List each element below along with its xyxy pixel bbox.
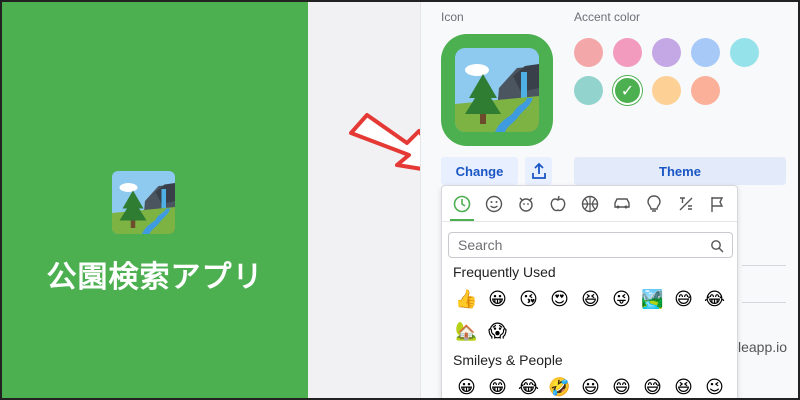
emoji-item[interactable]: 😆 — [668, 374, 699, 398]
section-title-frequent: Frequently Used — [453, 264, 556, 280]
theme-button[interactable]: Theme — [574, 157, 786, 185]
emoji-item[interactable]: 😅 — [637, 374, 668, 398]
check-icon: ✓ — [620, 81, 635, 100]
upload-icon — [531, 162, 546, 179]
accent-swatch[interactable]: ✓ — [613, 76, 642, 105]
park-icon — [455, 48, 539, 132]
app-title: 公園検索アプリ — [46, 260, 264, 295]
accent-swatch[interactable] — [574, 76, 603, 105]
emoji-item[interactable]: 😆 — [575, 286, 606, 312]
section-title-smileys: Smileys & People — [453, 352, 563, 368]
animal-icon[interactable] — [516, 194, 536, 214]
emoji-item[interactable]: 😘 — [513, 286, 544, 312]
app-icon-preview[interactable] — [441, 34, 553, 146]
emoji-item[interactable]: 😂 — [513, 374, 544, 398]
emoji-row: 🏡 😱 — [451, 318, 513, 344]
emoji-item[interactable]: 😱 — [482, 318, 513, 344]
accent-color-label: Accent color — [574, 10, 641, 24]
search-placeholder: Search — [458, 237, 503, 253]
emoji-search-input[interactable]: Search — [448, 232, 733, 258]
category-bar — [442, 186, 737, 222]
app-preview-panel: 公園検索アプリ — [2, 2, 308, 398]
emoji-item[interactable]: 👍 — [451, 286, 482, 312]
accent-swatch[interactable] — [613, 38, 642, 67]
divider — [742, 302, 786, 303]
emoji-item[interactable]: 😍 — [544, 286, 575, 312]
sports-icon[interactable] — [580, 194, 600, 214]
selected-category-indicator — [450, 219, 474, 221]
accent-swatch[interactable] — [691, 76, 720, 105]
park-icon — [112, 171, 175, 234]
emoji-item[interactable]: 😀 — [451, 374, 482, 398]
emoji-item[interactable]: 🏡 — [451, 318, 482, 344]
emoji-item[interactable]: 😁 — [482, 374, 513, 398]
emoji-item[interactable]: 😀 — [482, 286, 513, 312]
screenshot-frame: 公園検索アプリ Icon Accent color ✓ Change Theme… — [0, 0, 800, 400]
accent-swatch[interactable] — [691, 38, 720, 67]
recent-icon[interactable] — [452, 194, 472, 214]
emoji-item[interactable]: 😜 — [606, 286, 637, 312]
emoji-row: 👍 😀 😘 😍 😆 😜 🏞️ 😅 😂 — [451, 286, 730, 312]
symbols-icon[interactable] — [676, 194, 696, 214]
emoji-item[interactable]: 😃 — [575, 374, 606, 398]
emoji-item[interactable]: 😉 — [699, 374, 730, 398]
accent-swatch[interactable] — [574, 38, 603, 67]
accent-swatch[interactable] — [730, 38, 759, 67]
emoji-item[interactable]: 🏞️ — [637, 286, 668, 312]
smiley-icon[interactable] — [484, 194, 504, 214]
change-icon-button[interactable]: Change — [441, 157, 518, 185]
emoji-row: 😀 😁 😂 🤣 😃 😄 😅 😆 😉 — [451, 374, 730, 398]
upload-button[interactable] — [525, 157, 552, 185]
flags-icon[interactable] — [708, 194, 728, 214]
objects-icon[interactable] — [644, 194, 664, 214]
emoji-item[interactable]: 😄 — [606, 374, 637, 398]
accent-swatch[interactable] — [652, 76, 681, 105]
travel-icon[interactable] — [612, 194, 632, 214]
icon-label: Icon — [441, 10, 464, 24]
emoji-item[interactable]: 😅 — [668, 286, 699, 312]
divider — [742, 265, 786, 266]
gutter — [308, 2, 420, 398]
food-icon[interactable] — [548, 194, 568, 214]
emoji-item[interactable]: 🤣 — [544, 374, 575, 398]
emoji-item[interactable]: 😂 — [699, 286, 730, 312]
search-icon — [711, 240, 724, 253]
emoji-picker: Search Frequently Used 👍 😀 😘 😍 😆 😜 🏞️ 😅 😂 🏡 😱 Smi… — [441, 185, 738, 398]
url-text: leapp.io — [738, 339, 788, 355]
accent-swatch[interactable] — [652, 38, 681, 67]
